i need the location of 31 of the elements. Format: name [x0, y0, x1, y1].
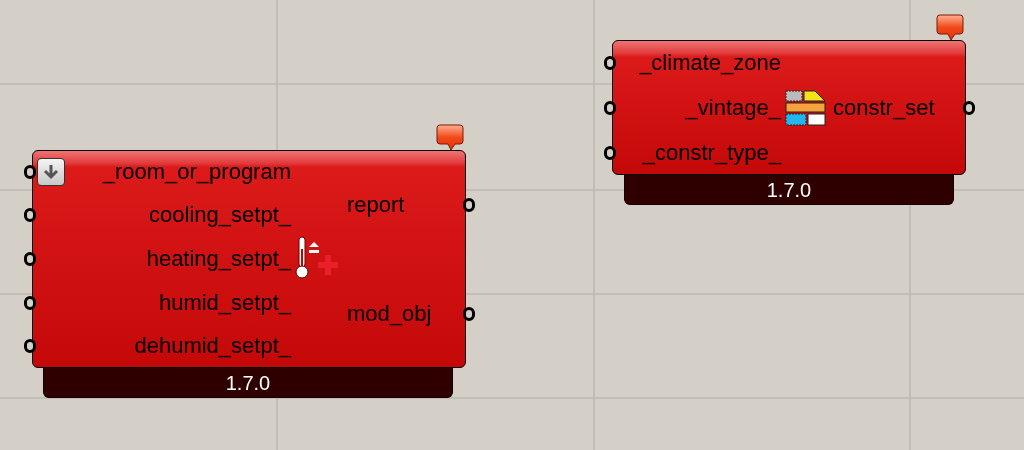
arrow-down-button[interactable]	[37, 157, 65, 186]
output-label: constr_set	[833, 96, 935, 119]
output-label: report	[347, 193, 405, 216]
output-grip[interactable]	[463, 197, 475, 212]
input-label: dehumid_setpt_	[134, 335, 291, 358]
input-grip[interactable]	[604, 55, 616, 70]
input-label: _constr_type_	[642, 141, 781, 164]
input-label: humid_setpt_	[158, 291, 291, 314]
construction-set-icon	[785, 88, 827, 127]
input-label: _vintage_	[685, 96, 781, 119]
output-grip[interactable]	[963, 100, 975, 115]
input-grip[interactable]	[24, 164, 36, 179]
output-label: mod_obj	[347, 302, 432, 325]
input-grip[interactable]	[24, 208, 36, 223]
input-label: _room_or_program	[102, 160, 291, 183]
input-grip[interactable]	[24, 295, 36, 310]
input-grip[interactable]	[604, 100, 616, 115]
input-label: cooling_setpt_	[149, 204, 291, 227]
input-grip[interactable]	[24, 252, 36, 266]
arrow-down-icon	[42, 162, 60, 181]
balloon-icon[interactable]	[436, 124, 464, 152]
version-label: 1.7.0	[225, 372, 271, 393]
input-label: _climate_zone	[639, 51, 781, 74]
output-grip[interactable]	[463, 306, 475, 321]
component-background[interactable]	[612, 40, 966, 175]
balloon-icon[interactable]	[936, 14, 964, 42]
input-label: heating_setpt_	[146, 248, 291, 270]
input-grip[interactable]	[604, 145, 616, 160]
input-grip[interactable]	[24, 339, 36, 354]
version-label: 1.7.0	[766, 179, 812, 200]
component-background[interactable]	[32, 150, 466, 368]
